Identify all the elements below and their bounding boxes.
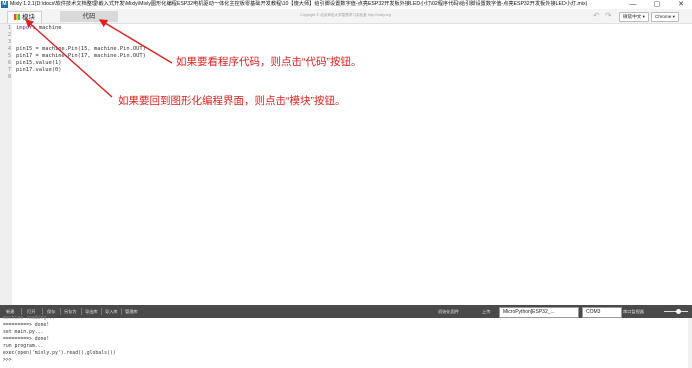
board-select-value: MicroPython[ESP32_... xyxy=(503,309,555,315)
divider xyxy=(60,308,61,315)
divider xyxy=(121,308,122,315)
line-number: 1 xyxy=(7,25,11,31)
mixly-logo-icon: M xyxy=(1,1,8,8)
console-line: set main.py... xyxy=(3,330,44,335)
console-line: run program... xyxy=(3,344,44,349)
init-firmware-button[interactable]: 初始化固件 xyxy=(438,305,459,318)
undo-icon[interactable]: ↶ xyxy=(593,11,600,20)
line-number: 6 xyxy=(7,60,11,66)
title-bar: M Mixly 1.2.1(D:\docs\软件技术文档整理\嵌入式开发\Mix… xyxy=(0,0,692,9)
console-line: =========> done! xyxy=(3,323,50,328)
bottom-toolbar: 新建 打开 保存 另存为 导出库 导入库 管理库 初始化固件 上传 MicroP… xyxy=(0,305,692,318)
line-number: 7 xyxy=(7,67,11,73)
close-button[interactable]: ✕ xyxy=(670,0,692,9)
browser-select[interactable]: Chrome ▾ xyxy=(651,12,679,22)
code-line: pin15 = machine.Pin(15, machine.Pin.OUT) xyxy=(16,46,146,52)
code-text: machine xyxy=(35,25,62,31)
board-select[interactable]: MicroPython[ESP32_... xyxy=(499,307,579,318)
zoom-slider-handle[interactable] xyxy=(676,309,681,314)
redo-icon[interactable]: ↷ xyxy=(605,11,612,20)
line-number-gutter: 1 2 3 4 5 6 7 8 xyxy=(0,24,12,305)
console-line: exec(open('mixly.py').read(),globals()) xyxy=(3,351,116,356)
tab-code[interactable]: 代码 xyxy=(60,11,118,22)
font-select[interactable]: 微软中文 ▾ xyxy=(619,12,649,22)
divider xyxy=(101,308,102,315)
divider xyxy=(21,308,22,315)
save-as-button[interactable]: 另存为 xyxy=(64,305,77,318)
line-number: 5 xyxy=(7,53,11,59)
code-tab-hint: 如果要看程序代码，则点击“代码”按钮。 xyxy=(176,56,362,68)
code-line: pin17.value(0) xyxy=(16,67,62,73)
upload-button[interactable]: 上传 xyxy=(482,305,490,318)
console-scrollbar[interactable] xyxy=(688,318,692,368)
console-line: >>> xyxy=(3,358,12,363)
divider xyxy=(81,308,82,315)
tab-blocks[interactable]: 模块 xyxy=(7,11,42,23)
code-line: pin15.value(1) xyxy=(16,60,62,66)
serial-monitor-button[interactable]: 串口监视器 xyxy=(623,305,644,318)
manage-lib-button[interactable]: 管理库 xyxy=(125,305,138,318)
port-select-value: COM3 xyxy=(586,309,601,315)
console-line: =========> done! xyxy=(3,337,50,342)
code-line: pin17 = machine.Pin(17, machine.Pin.OUT) xyxy=(16,53,146,59)
code-keyword: import xyxy=(16,25,36,31)
copyright-text: Copyright © 北京师范大学智慧学习实验室 http://mixly.o… xyxy=(300,13,391,17)
import-lib-button[interactable]: 导入库 xyxy=(105,305,118,318)
port-select[interactable]: COM3 xyxy=(582,307,622,318)
maximize-button[interactable]: ▢ xyxy=(646,0,668,9)
minimize-button[interactable]: — xyxy=(622,0,644,9)
console-line: machine reading... xyxy=(3,316,55,321)
divider xyxy=(42,308,43,315)
window-title: Mixly 1.2.1(D:\docs\软件技术文档整理\嵌入式开发\Mixly… xyxy=(10,1,588,7)
tab-blocks-label: 模块 xyxy=(22,14,35,21)
blocks-tab-hint: 如果要回到图形化编程界面，则点击“模块”按钮。 xyxy=(118,95,346,107)
blocks-icon xyxy=(14,14,20,20)
line-number: 8 xyxy=(7,74,11,80)
line-number: 2 xyxy=(7,32,11,38)
export-lib-button[interactable]: 导出库 xyxy=(85,305,98,318)
line-number: 4 xyxy=(7,46,11,52)
line-number: 3 xyxy=(7,39,11,45)
code-line: import machine xyxy=(16,25,61,31)
output-console[interactable]: machine reading... =========> done! set … xyxy=(0,316,692,368)
